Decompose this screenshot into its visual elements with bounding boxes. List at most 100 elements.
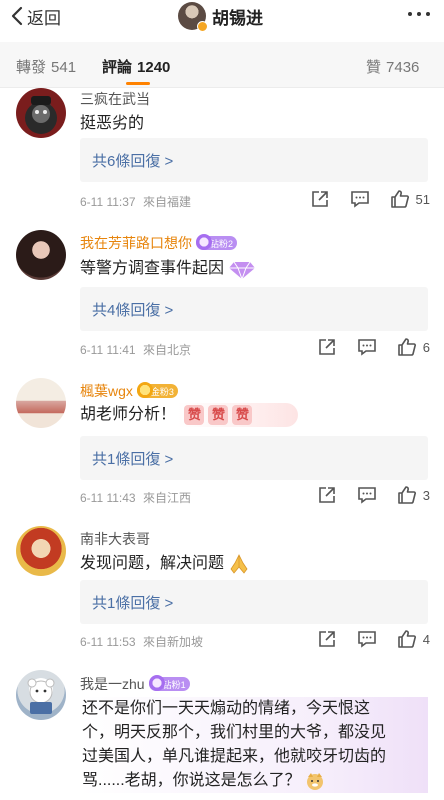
comment-text-line: 个，明天反那个，我们村里的大爷，都没见	[82, 724, 387, 741]
username[interactable]: 南非大表哥	[80, 529, 150, 549]
doge-sticker-icon	[307, 772, 324, 790]
username[interactable]: 我在芳菲路口想你	[80, 233, 192, 253]
more-options-button[interactable]	[408, 12, 430, 18]
praise-stickers: 赞 赞 赞	[184, 404, 253, 425]
comment-location: 來自北京	[142, 343, 191, 357]
fan-badge: 钻粉2	[196, 234, 238, 250]
tab-label: 評論	[102, 59, 133, 76]
tab-bar: 轉發 541 評論 1240 贊 7436	[0, 42, 444, 88]
diamond-sticker-icon	[229, 261, 256, 280]
comment-date: 6-11 11:53	[80, 635, 136, 649]
praise-sticker-icon: 赞	[232, 404, 253, 425]
praise-sticker-icon: 赞	[184, 404, 205, 425]
comment-header: 三疯在武当	[80, 89, 150, 109]
username[interactable]: 楓葉wgx	[80, 381, 133, 401]
like-count: 6	[422, 339, 430, 355]
view-replies-button[interactable]: 共1條回復 >	[80, 580, 428, 624]
comment-text-line: 还不是你们一天天煽动的情绪，今天恨这	[82, 700, 371, 717]
active-tab-indicator	[126, 82, 150, 85]
profile-title[interactable]: 胡锡进	[178, 2, 263, 32]
comment-text-body: 发现问题，解决问题	[80, 555, 225, 572]
username[interactable]: 三疯在武当	[80, 89, 150, 109]
comment-text: 胡老师分析！ 赞 赞 赞	[80, 403, 298, 427]
share-icon	[318, 631, 335, 647]
fan-badge: 金粉3	[136, 382, 178, 398]
tab-label: 轉發	[16, 59, 47, 76]
user-avatar[interactable]	[16, 230, 66, 280]
comment-location: 來自福建	[142, 195, 191, 209]
comment-header: 我是一zhu 钻粉1	[80, 674, 190, 694]
fan-badge: 钻粉1	[148, 675, 190, 691]
tab-reposts[interactable]: 轉發 541	[16, 56, 76, 77]
share-button[interactable]	[317, 485, 337, 505]
back-button[interactable]: 返回	[10, 4, 61, 28]
view-replies-button[interactable]: 共4條回復 >	[80, 287, 428, 331]
view-replies-button[interactable]: 共1條回復 >	[80, 436, 428, 480]
tab-count: 541	[51, 59, 77, 76]
dot-icon	[417, 12, 421, 16]
comment-text: 挺恶劣的	[80, 115, 145, 132]
comment-meta: 6-11 11:41 來自北京	[80, 341, 191, 358]
page-title: 胡锡进	[212, 8, 263, 28]
reply-button[interactable]	[350, 189, 370, 209]
username[interactable]: 我是一zhu	[80, 674, 145, 694]
comment-date: 6-11 11:41	[80, 343, 136, 357]
dot-icon	[426, 12, 430, 16]
thumbs-up-icon	[397, 630, 416, 648]
share-icon	[311, 191, 328, 207]
comment-text-line: 骂......老胡，你说这是怎么了？	[82, 769, 426, 793]
user-avatar[interactable]	[16, 526, 66, 576]
comment-meta: 6-11 11:43 來自江西	[80, 489, 191, 506]
comment-text-body: 等警方调查事件起因	[80, 260, 225, 277]
praise-sticker-icon: 赞	[208, 404, 229, 425]
share-icon	[318, 339, 335, 355]
like-button[interactable]: 6	[397, 337, 430, 357]
bear-avatar-icon	[27, 678, 55, 714]
tab-count: 1240	[137, 59, 171, 76]
back-label: 返回	[27, 8, 61, 28]
chevron-left-icon	[11, 6, 23, 26]
share-button[interactable]	[317, 337, 337, 357]
comment-location: 來自江西	[142, 491, 191, 505]
tab-label: 贊	[366, 59, 382, 76]
comment-text-body: 胡老师分析！	[80, 406, 177, 423]
comment-icon	[350, 191, 369, 208]
thumbs-up-icon	[397, 486, 416, 504]
like-button[interactable]: 4	[397, 629, 430, 649]
view-replies-button[interactable]: 共6條回復 >	[80, 138, 428, 182]
like-count: 3	[422, 487, 430, 503]
like-button[interactable]: 51	[390, 189, 430, 209]
tab-likes[interactable]: 贊 7436	[366, 56, 419, 77]
comment-text: 还不是你们一天天煽动的情绪，今天恨这 个，明天反那个，我们村里的大爷，都没见 过…	[80, 697, 428, 793]
comment-icon	[357, 631, 376, 648]
reply-button[interactable]	[357, 485, 377, 505]
praying-hands-icon	[230, 553, 248, 574]
gorilla-avatar-icon	[25, 96, 57, 134]
comment-header: 我在芳菲路口想你 钻粉2	[80, 233, 238, 253]
share-button[interactable]	[310, 189, 330, 209]
like-button[interactable]: 3	[397, 485, 430, 505]
user-avatar[interactable]	[16, 670, 66, 720]
comment-meta: 6-11 11:53 來自新加坡	[80, 633, 203, 650]
tab-count: 7436	[386, 59, 420, 76]
tab-comments[interactable]: 評論 1240	[102, 56, 170, 77]
user-avatar[interactable]	[16, 88, 66, 138]
reply-button[interactable]	[357, 337, 377, 357]
comment-location: 來自新加坡	[142, 635, 203, 649]
comment-header: 南非大表哥	[80, 529, 150, 549]
comment-actions: 51	[290, 189, 430, 209]
comment-header: 楓葉wgx 金粉3	[80, 381, 178, 401]
comment-icon	[357, 339, 376, 356]
author-avatar	[178, 2, 208, 32]
reply-button[interactable]	[357, 629, 377, 649]
top-bar: 返回 胡锡进	[0, 0, 444, 34]
user-avatar[interactable]	[16, 378, 66, 428]
share-button[interactable]	[317, 629, 337, 649]
dot-icon	[408, 12, 412, 16]
comment-actions: 6	[297, 337, 430, 357]
comment-text: 发现问题，解决问题	[80, 552, 250, 576]
like-count: 51	[415, 191, 430, 207]
verified-icon	[197, 21, 208, 32]
thumbs-up-icon	[397, 338, 416, 356]
comment-text: 等警方调查事件起因	[80, 257, 256, 281]
